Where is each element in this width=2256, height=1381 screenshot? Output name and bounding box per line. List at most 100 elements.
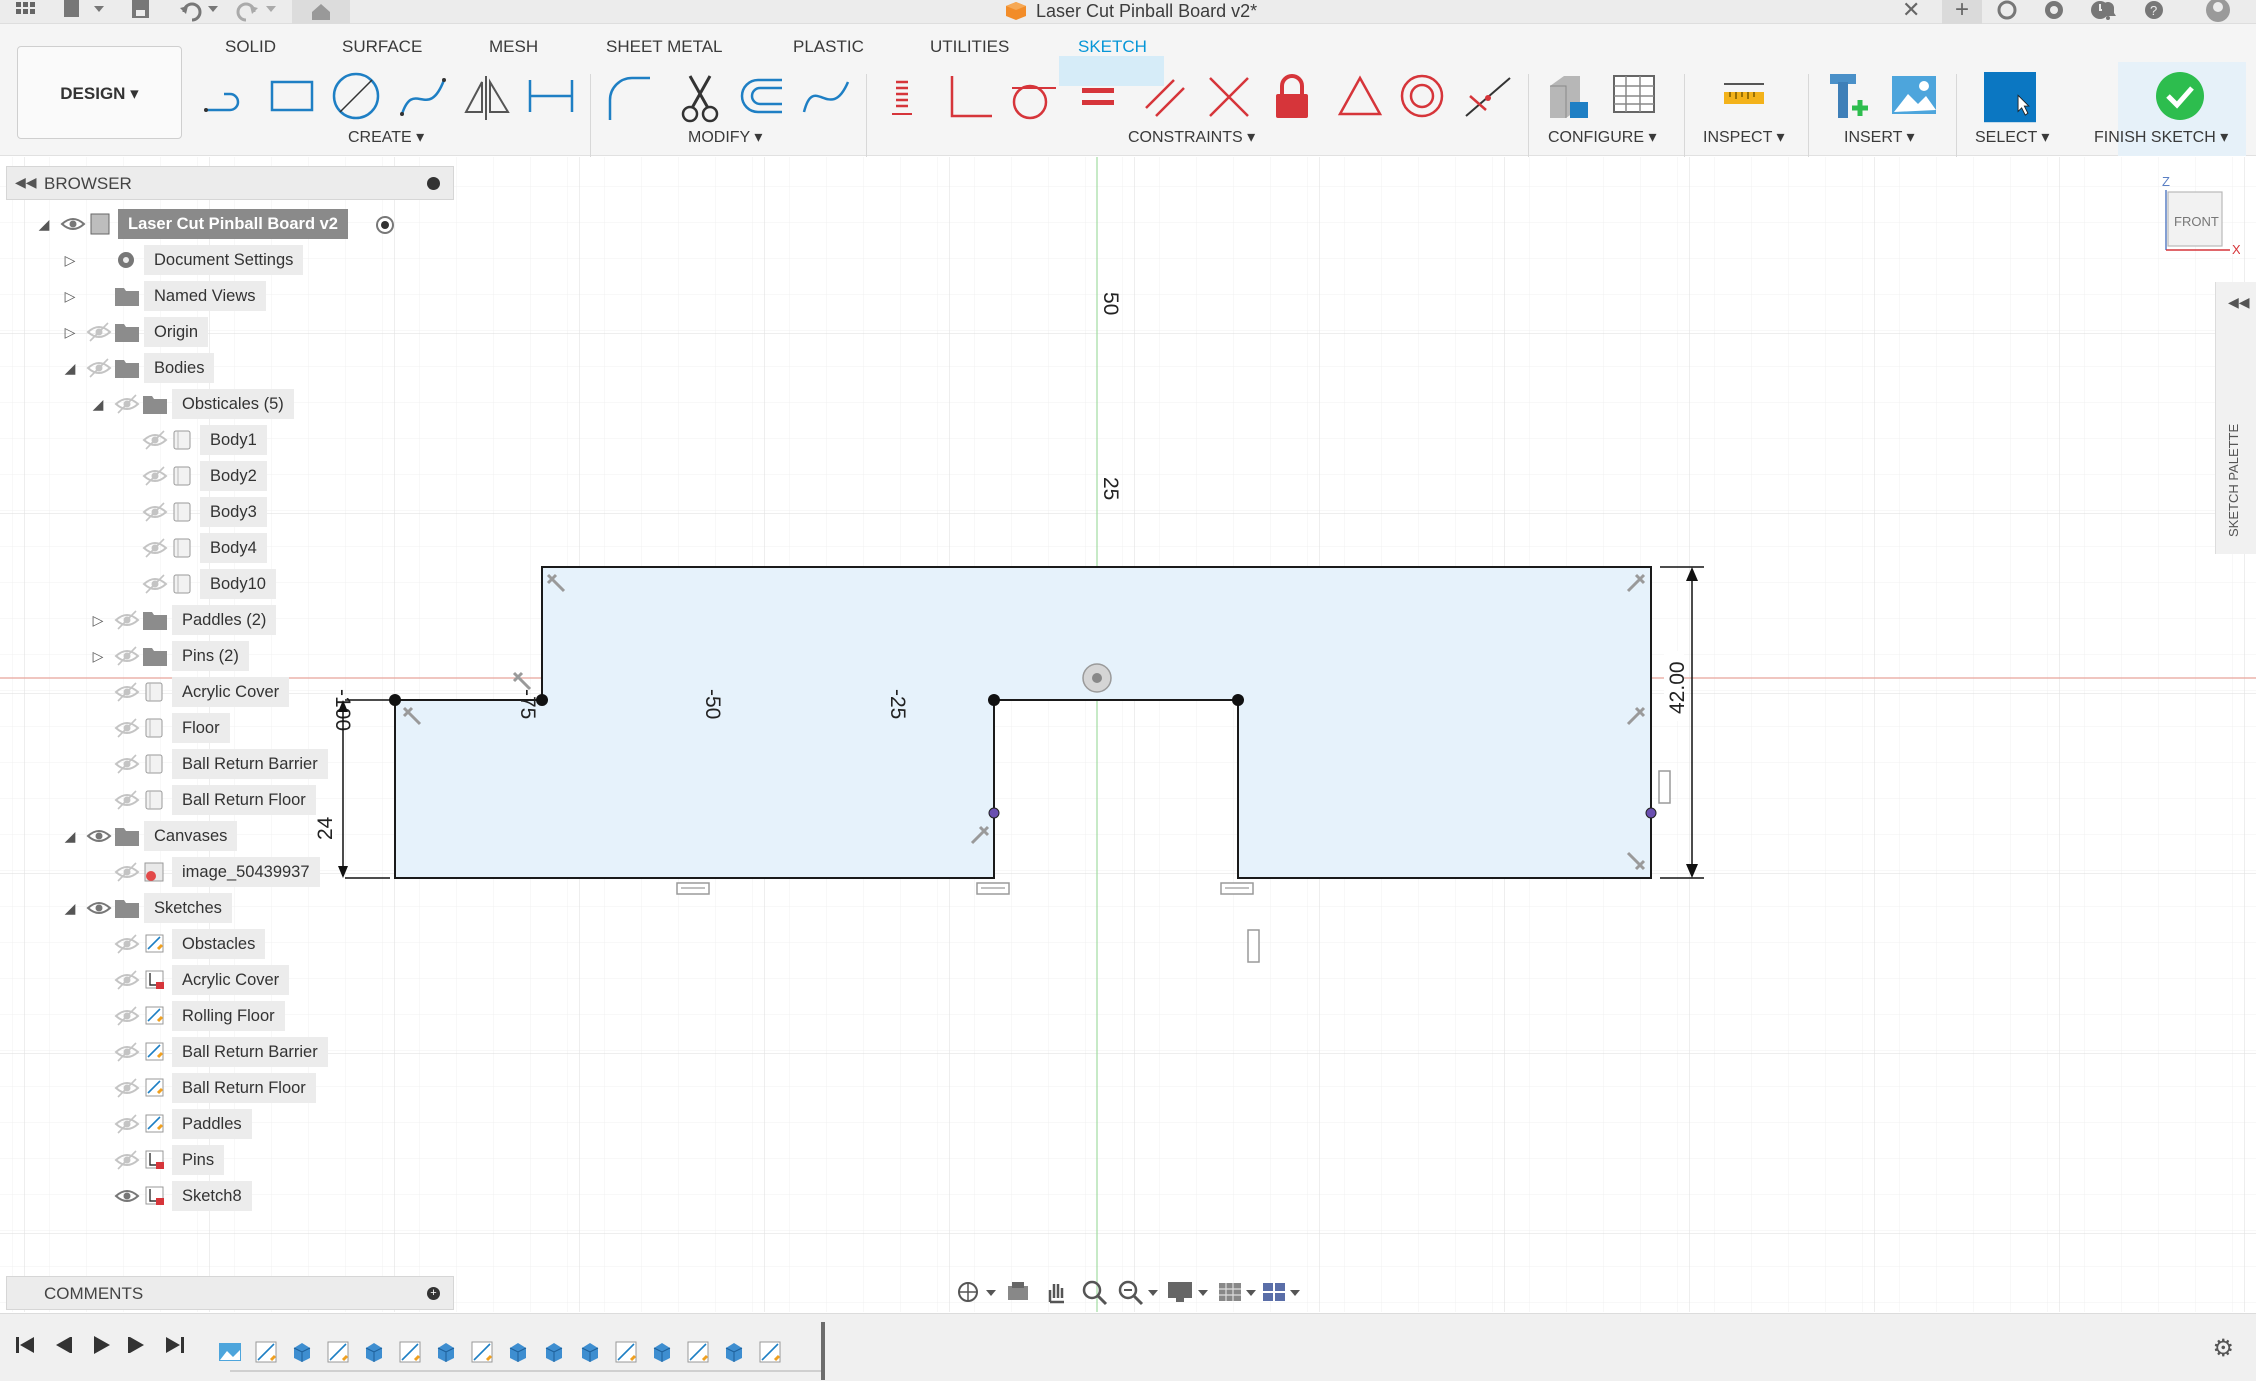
vertical-constraint-glyph[interactable] [1247, 929, 1260, 963]
configure-menu[interactable]: CONFIGURE ▾ [1548, 128, 1656, 148]
comments-panel[interactable]: COMMENTS + [6, 1276, 454, 1310]
redo-icon[interactable] [236, 0, 280, 24]
browser-item-label[interactable]: Ball Return Barrier [172, 1037, 328, 1067]
tab-solid[interactable]: SOLID [225, 36, 276, 58]
browser-item[interactable]: Floor [0, 713, 454, 743]
undo-icon[interactable] [178, 0, 222, 24]
pan-icon[interactable] [1042, 1278, 1070, 1306]
timeline-sketch-icon[interactable] [254, 1340, 278, 1364]
tab-mesh[interactable]: MESH [489, 36, 538, 58]
eye-hidden-icon[interactable] [114, 389, 140, 419]
collapse-triangle-icon[interactable]: ◢ [62, 821, 78, 851]
browser-item[interactable]: Ball Return Barrier [0, 1037, 454, 1067]
eye-hidden-icon[interactable] [86, 317, 112, 347]
sketch-scale-tool-icon[interactable] [800, 72, 852, 124]
browser-item-label[interactable]: Body3 [200, 497, 267, 527]
inspect-menu[interactable]: INSPECT ▾ [1703, 128, 1785, 148]
browser-item[interactable]: ▷ Origin [0, 317, 454, 347]
midpoint-marker[interactable] [988, 807, 1000, 819]
eye-hidden-icon[interactable] [114, 1037, 140, 1067]
eye-hidden-icon[interactable] [114, 1001, 140, 1031]
sketch-point[interactable] [988, 694, 1000, 706]
eye-hidden-icon[interactable] [114, 785, 140, 815]
timeline-extrude-icon[interactable] [290, 1340, 314, 1364]
look-at-icon[interactable] [1004, 1278, 1032, 1306]
finish-sketch-button[interactable]: FINISH SKETCH ▾ [2094, 128, 2228, 148]
eye-hidden-icon[interactable] [114, 677, 140, 707]
eye-hidden-icon[interactable] [142, 497, 168, 527]
browser-item-label[interactable]: Body1 [200, 425, 267, 455]
midpoint-marker[interactable] [1645, 807, 1657, 819]
close-tab-icon[interactable]: ✕ [1902, 0, 1920, 24]
browser-item[interactable]: ◢ Bodies [0, 353, 454, 383]
save-icon[interactable] [130, 0, 152, 24]
timeline-extrude-icon[interactable] [434, 1340, 458, 1364]
browser-item-label[interactable]: Body4 [200, 533, 267, 563]
collapse-triangle-icon[interactable]: ◢ [62, 353, 78, 383]
timeline-sketch-icon[interactable] [470, 1340, 494, 1364]
timeline-sketch-icon[interactable] [686, 1340, 710, 1364]
eye-hidden-icon[interactable] [142, 425, 168, 455]
timeline-play-icon[interactable] [90, 1334, 112, 1362]
display-dropdown-icon[interactable] [1196, 1278, 1210, 1306]
collapse-triangle-icon[interactable]: ◢ [90, 389, 106, 419]
eye-hidden-icon[interactable] [114, 965, 140, 995]
browser-item[interactable]: ▷ Named Views [0, 281, 454, 311]
timeline-extrude-icon[interactable] [578, 1340, 602, 1364]
browser-item[interactable]: Body3 [0, 497, 454, 527]
display-settings-icon[interactable] [1166, 1278, 1194, 1306]
browser-item[interactable]: Rolling Floor [0, 1001, 454, 1031]
eye-icon[interactable] [114, 1181, 140, 1211]
browser-item[interactable]: Pins [0, 1145, 454, 1175]
tab-sketch[interactable]: SKETCH [1078, 36, 1147, 58]
rectangle-tool-icon[interactable] [268, 72, 320, 124]
timeline-last-icon[interactable] [164, 1334, 186, 1362]
eye-hidden-icon[interactable] [114, 605, 140, 635]
eye-hidden-icon[interactable] [142, 533, 168, 563]
timeline-prev-icon[interactable] [52, 1334, 74, 1362]
browser-minimize-icon[interactable] [427, 177, 440, 190]
browser-item-label[interactable]: Paddles [172, 1109, 252, 1139]
eye-hidden-icon[interactable] [114, 1109, 140, 1139]
configure-table-icon[interactable] [1544, 72, 1596, 124]
spline-tool-icon[interactable] [398, 72, 450, 124]
eye-icon[interactable] [86, 821, 112, 851]
eye-hidden-icon[interactable] [114, 713, 140, 743]
eye-hidden-icon[interactable] [114, 1145, 140, 1175]
browser-item[interactable]: ▷ Paddles (2) [0, 605, 454, 635]
grid-settings-icon[interactable] [1216, 1278, 1244, 1306]
equal-constraint-icon[interactable] [1076, 72, 1128, 124]
eye-hidden-icon[interactable] [142, 569, 168, 599]
activate-component-icon[interactable] [376, 216, 394, 234]
help-icon[interactable]: ? [2142, 0, 2166, 24]
midpoint-constraint-icon[interactable] [1462, 72, 1514, 124]
browser-item[interactable]: ◢ Canvases [0, 821, 454, 851]
fillet-tool-icon[interactable] [604, 72, 656, 124]
create-menu[interactable]: CREATE ▾ [348, 128, 424, 148]
browser-item-label[interactable]: Canvases [144, 821, 238, 851]
browser-item-label[interactable]: Ball Return Floor [172, 1073, 316, 1103]
browser-item[interactable]: ▷ Pins (2) [0, 641, 454, 671]
workspace-switcher[interactable]: DESIGN ▾ [17, 46, 182, 139]
browser-item[interactable]: Body10 [0, 569, 454, 599]
expand-triangle-icon[interactable]: ▷ [62, 245, 78, 275]
timeline-settings-icon[interactable]: ⚙ [2212, 1334, 2234, 1363]
browser-item[interactable]: ◢ Laser Cut Pinball Board v2 [0, 209, 454, 239]
browser-item-label[interactable]: Laser Cut Pinball Board v2 [118, 209, 348, 239]
browser-item-label[interactable]: Rolling Floor [172, 1001, 285, 1031]
timeline-marker[interactable] [821, 1322, 825, 1380]
browser-item[interactable]: Sketch8 [0, 1181, 454, 1211]
timeline-extrude-icon[interactable] [650, 1340, 674, 1364]
eye-hidden-icon[interactable] [114, 929, 140, 959]
sync-icon[interactable] [1995, 0, 2019, 24]
timeline-extrude-icon[interactable] [542, 1340, 566, 1364]
fit-icon[interactable] [1116, 1278, 1144, 1306]
expand-triangle-icon[interactable]: ▷ [62, 317, 78, 347]
app-grid-icon[interactable] [14, 0, 36, 24]
sketch-palette-tab[interactable]: ◀◀ SKETCH PALETTE [2215, 282, 2256, 554]
constraints-menu[interactable]: CONSTRAINTS ▾ [1128, 128, 1255, 148]
browser-item-label[interactable]: Acrylic Cover [172, 677, 290, 707]
browser-item-label[interactable]: Obsticales (5) [172, 389, 294, 419]
browser-item[interactable]: Body4 [0, 533, 454, 563]
height-dimension-value[interactable]: 42.00 [1666, 661, 1689, 714]
